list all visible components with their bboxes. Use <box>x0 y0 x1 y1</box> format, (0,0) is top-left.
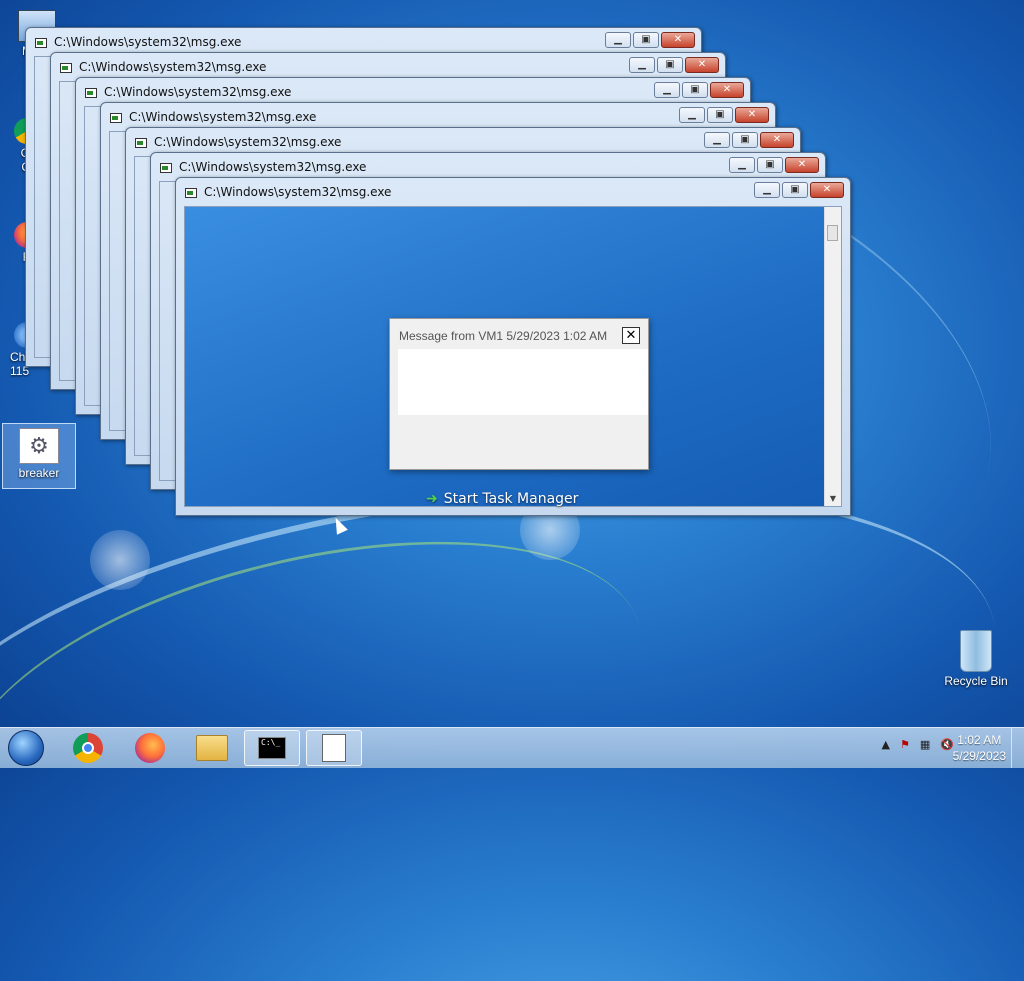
close-icon[interactable]: ✕ <box>622 327 640 344</box>
maximize-button[interactable]: ▣ <box>757 157 783 173</box>
scroll-thumb[interactable] <box>827 225 838 241</box>
taskbar-cmd[interactable]: C:\_ <box>244 730 300 766</box>
chrome-icon <box>73 733 103 763</box>
minimize-button[interactable]: ▁ <box>654 82 680 98</box>
window-title: C:\Windows\system32\msg.exe <box>79 60 267 74</box>
console-icon <box>60 63 72 73</box>
desktop-icon-recycle-bin[interactable]: Recycle Bin <box>940 630 1012 688</box>
close-button[interactable]: ✕ <box>760 132 794 148</box>
task-manager-label: Start Task Manager <box>443 491 579 507</box>
taskbar: C:\_ ▲ ⚑ ▦ 🔇 1:02 AM 5/29/2023 <box>0 727 1024 768</box>
dialog-message-body <box>398 349 648 415</box>
show-hidden-icons-chevron-icon[interactable]: ▲ <box>882 738 890 751</box>
maximize-button[interactable]: ▣ <box>732 132 758 148</box>
console-icon <box>135 138 147 148</box>
taskbar-chrome[interactable] <box>60 730 116 766</box>
minimize-button[interactable]: ▁ <box>679 107 705 123</box>
window-title: C:\Windows\system32\msg.exe <box>154 135 342 149</box>
recycle-bin-icon <box>960 630 992 672</box>
minimize-button[interactable]: ▁ <box>729 157 755 173</box>
maximize-button[interactable]: ▣ <box>633 32 659 48</box>
console-icon <box>185 188 197 198</box>
close-button[interactable]: ✕ <box>710 82 744 98</box>
window-title: C:\Windows\system32\msg.exe <box>129 110 317 124</box>
console-icon <box>35 38 47 48</box>
desktop-icon-label: Recycle Bin <box>944 674 1008 688</box>
start-button[interactable] <box>8 730 44 766</box>
maximize-button[interactable]: ▣ <box>707 107 733 123</box>
taskbar-msg[interactable] <box>306 730 362 766</box>
maximize-button[interactable]: ▣ <box>782 182 808 198</box>
taskbar-explorer[interactable] <box>184 730 240 766</box>
wallpaper-glow <box>90 530 150 590</box>
folder-icon <box>196 735 228 761</box>
window-title: C:\Windows\system32\msg.exe <box>204 185 392 199</box>
close-button[interactable]: ✕ <box>661 32 695 48</box>
clock-date: 5/29/2023 <box>952 749 1006 763</box>
maximize-button[interactable]: ▣ <box>682 82 708 98</box>
console-icon <box>110 113 122 123</box>
minimize-button[interactable]: ▁ <box>704 132 730 148</box>
cmd-icon: C:\_ <box>258 737 286 759</box>
console-icon <box>160 163 172 173</box>
window-titlebar[interactable]: C:\Windows\system32\msg.exe ▁ ▣ ✕ <box>176 178 850 206</box>
minimize-button[interactable]: ▁ <box>605 32 631 48</box>
start-task-manager-link[interactable]: ➜ Start Task Manager <box>426 491 578 507</box>
close-button[interactable]: ✕ <box>735 107 769 123</box>
maximize-button[interactable]: ▣ <box>657 57 683 73</box>
dialog-titlebar[interactable]: Message from VM1 5/29/2023 1:02 AM ✕ <box>390 319 648 349</box>
show-desktop-button[interactable] <box>1011 728 1024 768</box>
arrow-right-icon: ➜ <box>426 491 438 507</box>
window-title: C:\Windows\system32\msg.exe <box>104 85 292 99</box>
window-title: C:\Windows\system32\msg.exe <box>54 35 242 49</box>
message-dialog[interactable]: Message from VM1 5/29/2023 1:02 AM ✕ <box>389 318 649 470</box>
minimize-button[interactable]: ▁ <box>629 57 655 73</box>
close-button[interactable]: ✕ <box>685 57 719 73</box>
desktop-icon-breaker[interactable]: ⚙ breaker <box>2 423 76 489</box>
firefox-icon <box>135 733 165 763</box>
close-button[interactable]: ✕ <box>785 157 819 173</box>
network-icon[interactable]: ▦ <box>920 738 930 751</box>
close-button[interactable]: ✕ <box>810 182 844 198</box>
vertical-scrollbar[interactable]: ▼ <box>824 207 841 506</box>
window-title: C:\Windows\system32\msg.exe <box>179 160 367 174</box>
clock-time: 1:02 AM <box>957 733 1002 747</box>
gear-icon: ⚙ <box>19 428 59 464</box>
minimize-button[interactable]: ▁ <box>754 182 780 198</box>
action-center-flag-icon[interactable]: ⚑ <box>900 738 910 751</box>
scroll-down-arrow[interactable]: ▼ <box>825 492 841 506</box>
msg-icon <box>322 734 346 762</box>
dialog-title: Message from VM1 5/29/2023 1:02 AM <box>399 329 608 343</box>
desktop-icon-label: breaker <box>18 466 60 480</box>
clock[interactable]: 1:02 AM 5/29/2023 <box>953 732 1006 764</box>
console-icon <box>85 88 97 98</box>
taskbar-firefox[interactable] <box>122 730 178 766</box>
system-tray: ▲ ⚑ ▦ 🔇 <box>882 738 954 751</box>
mouse-cursor-icon <box>330 515 348 535</box>
